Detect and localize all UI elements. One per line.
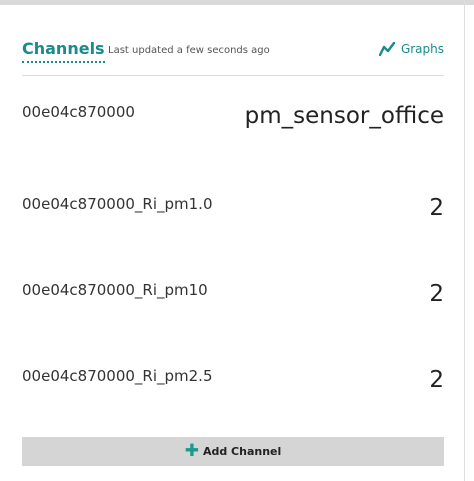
channels-card: Channels Last updated a few seconds ago … [22,5,444,481]
add-channel-button[interactable]: ✚ Add Channel [22,437,444,466]
graphs-link[interactable]: Graphs [378,41,444,57]
panel-border [464,0,465,481]
channels-title[interactable]: Channels [22,39,105,63]
channel-value: 2 [429,281,444,307]
channels-header: Channels Last updated a few seconds ago … [22,39,444,76]
channel-name: 00e04c870000_Ri_pm2.5 [22,367,213,385]
graphs-label: Graphs [400,42,444,56]
add-channel-label: Add Channel [202,445,282,458]
channel-value: 2 [429,195,444,221]
last-updated-text: Last updated a few seconds ago [108,45,270,56]
channel-name: 00e04c870000_Ri_pm10 [22,281,208,299]
channel-value: 2 [429,367,444,393]
channel-name: 00e04c870000 [22,103,135,121]
channel-name: 00e04c870000_Ri_pm1.0 [22,195,213,213]
plus-icon: ✚ [184,441,199,461]
line-chart-icon [378,42,395,56]
channel-value: pm_sensor_office [244,103,444,129]
